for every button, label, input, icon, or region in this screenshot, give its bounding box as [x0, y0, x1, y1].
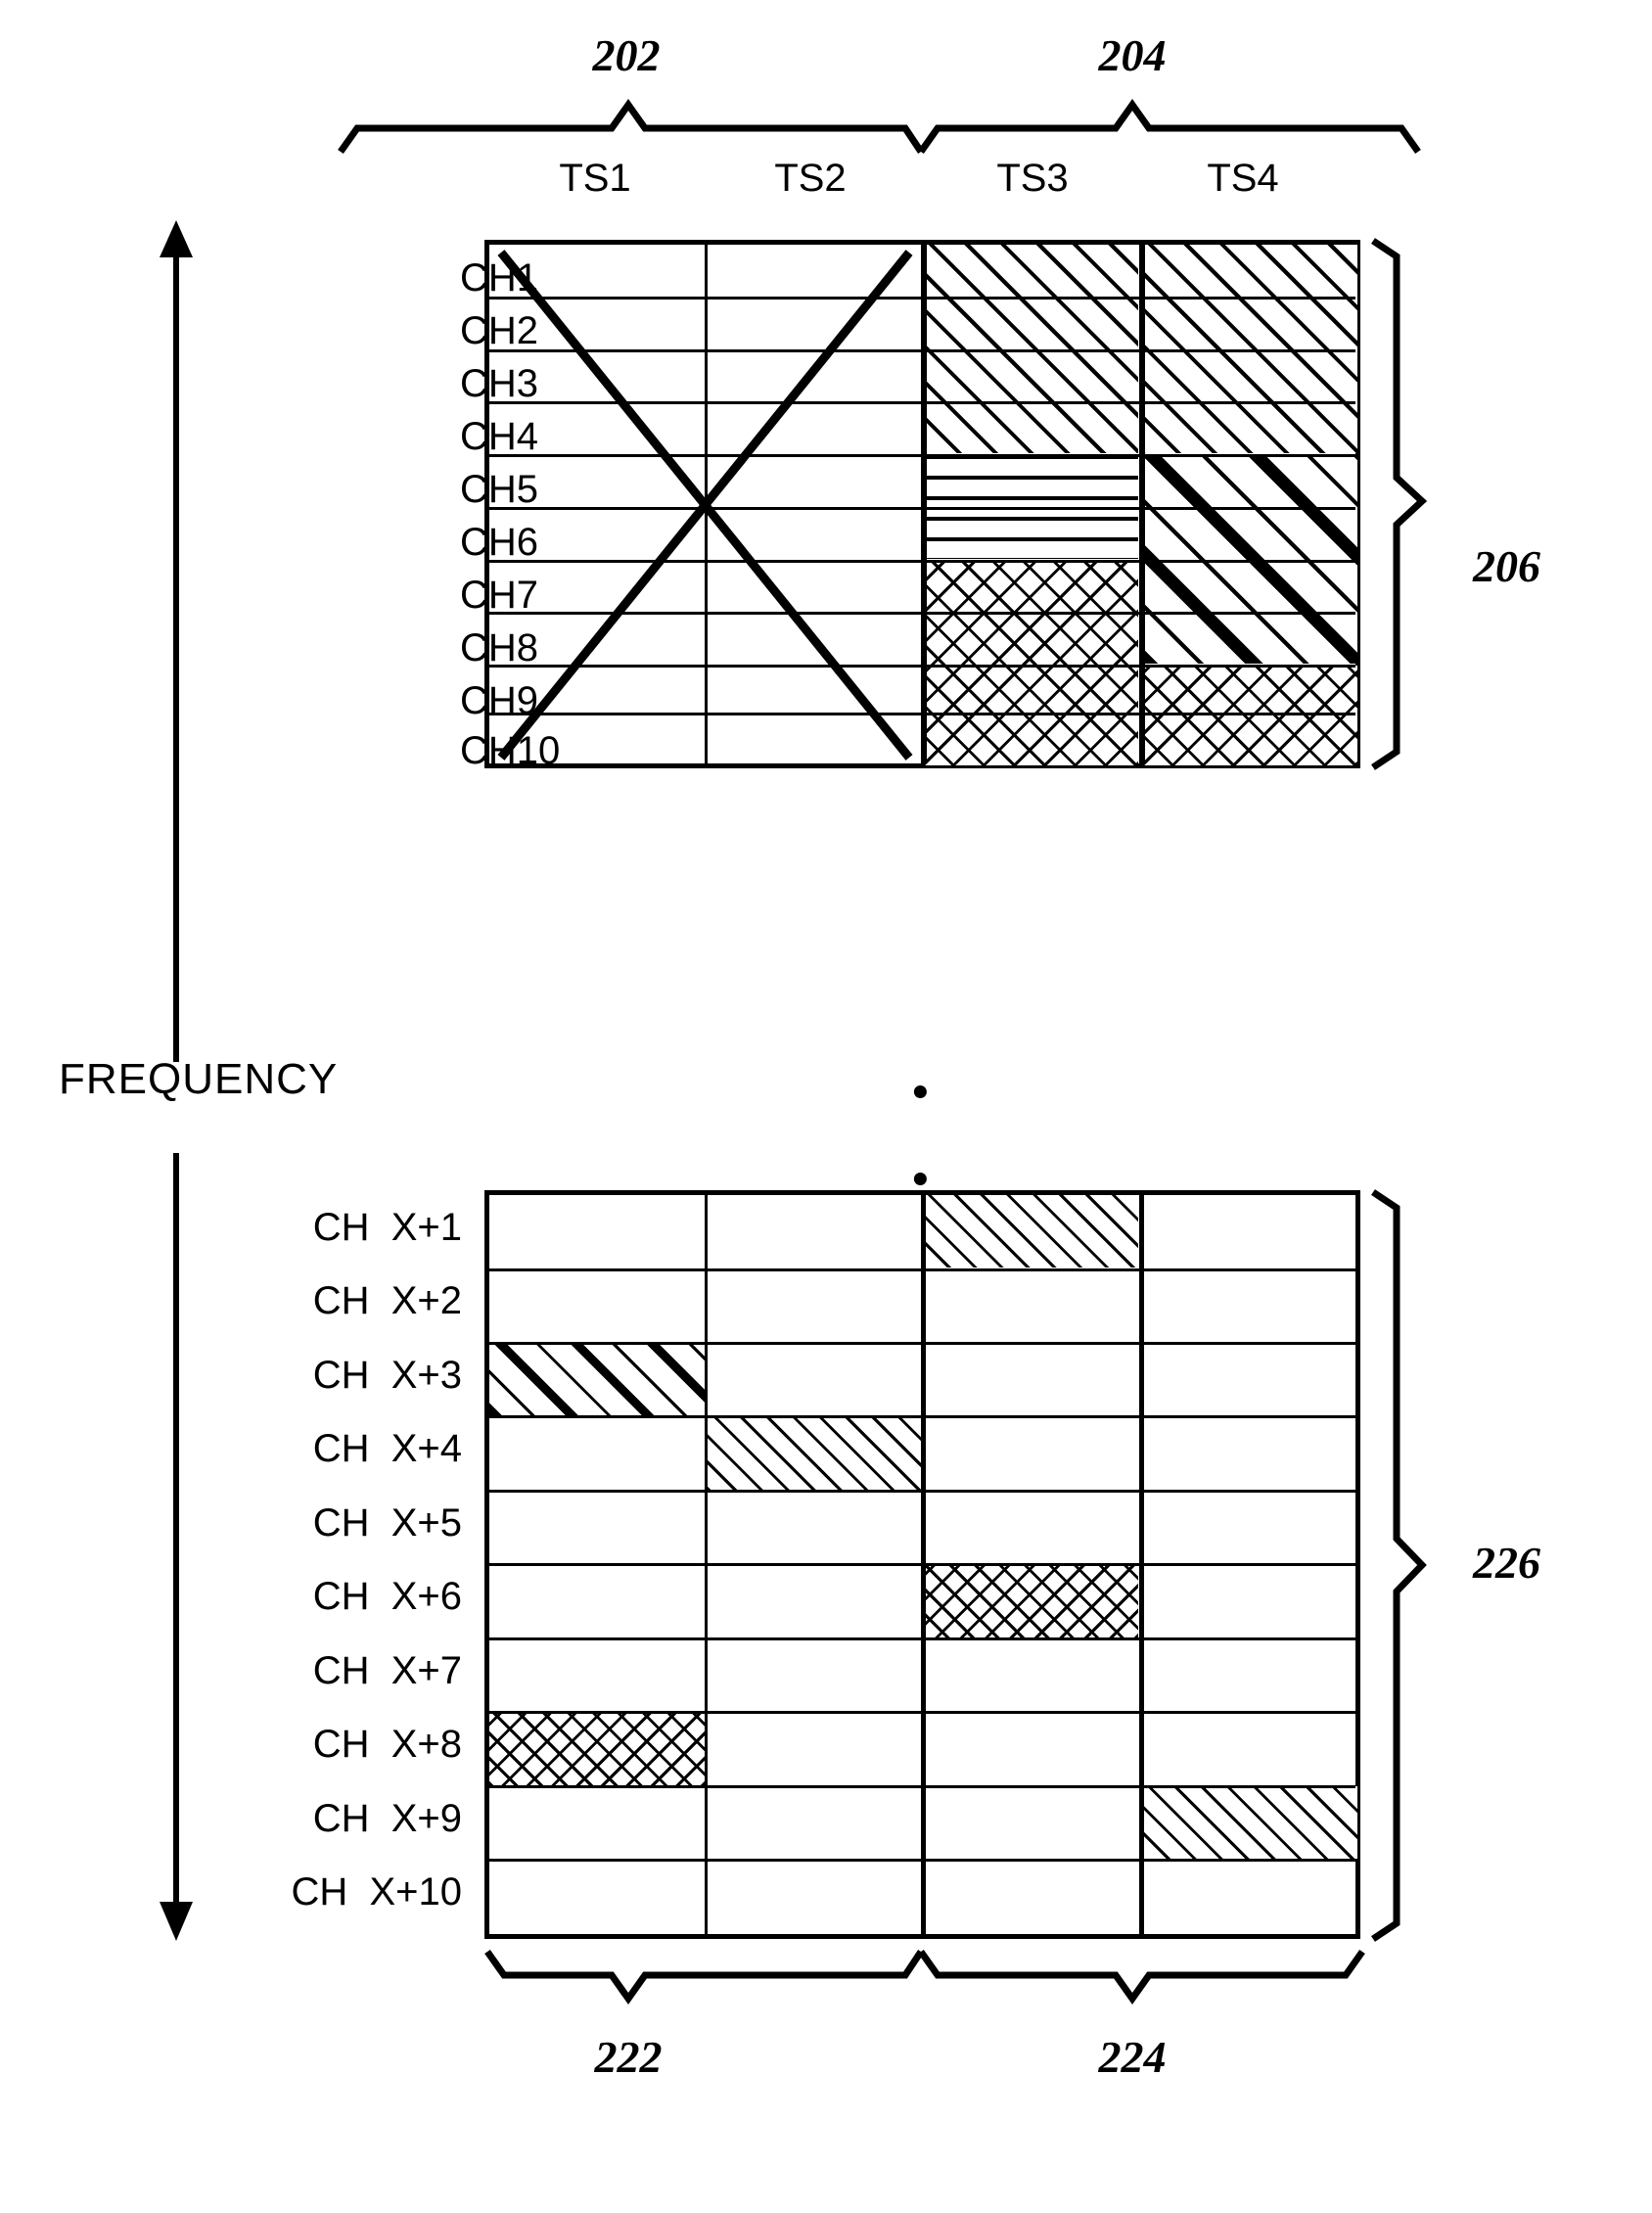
grid-col-line: [921, 245, 927, 763]
ts-header-ts3: TS3: [996, 157, 1069, 200]
row-label-chx10: CH X+10: [291, 1870, 462, 1913]
grid-col-line: [921, 1195, 926, 1934]
cell-chx8-ts1[interactable]: [489, 1712, 705, 1785]
grid-col-line: [705, 1195, 708, 1934]
top-group-brace-area: [0, 0, 1652, 166]
brace-204: [918, 98, 1421, 155]
row-label-chx2: CH X+2: [312, 1279, 462, 1322]
row-label-chx5: CH X+5: [312, 1501, 462, 1544]
ref-222: 222: [594, 2032, 663, 2082]
ellipsis-dot: [913, 1173, 927, 1185]
cell-chx9-ts4[interactable]: [1140, 1786, 1357, 1859]
ref-224: 224: [1098, 2032, 1167, 2082]
brace-222: [484, 1949, 924, 2006]
cell-chx1-ts3[interactable]: [921, 1195, 1138, 1268]
ref-226: 226: [1473, 1538, 1540, 1588]
ref-204: 204: [1098, 30, 1167, 80]
row-label-chx1: CH X+1: [312, 1206, 462, 1249]
frequency-arrow-icon-lower: [160, 1153, 193, 1941]
row-label-chx7: CH X+7: [312, 1649, 462, 1692]
row-label-chx4: CH X+4: [312, 1427, 462, 1470]
ellipsis-dot: [913, 1085, 927, 1098]
ts-header-ts2: TS2: [774, 157, 847, 200]
brace-206: [1371, 238, 1428, 770]
brace-226: [1371, 1189, 1427, 1942]
cell-ch9-10-ts4[interactable]: [1140, 666, 1357, 765]
brace-224: [918, 1949, 1365, 2006]
row-label-chx8: CH X+8: [312, 1723, 462, 1766]
top-brace-svg: [338, 98, 1421, 155]
cell-chx3-ts1[interactable]: [489, 1342, 705, 1415]
cell-ch7-10-ts3[interactable]: [921, 561, 1138, 765]
ref-206: 206: [1473, 541, 1540, 591]
grid-col-line: [1139, 245, 1145, 763]
row-label-chx3: CH X+3: [312, 1354, 462, 1397]
cell-chx6-ts3[interactable]: [921, 1564, 1138, 1637]
row-label-chx6: CH X+6: [312, 1575, 462, 1618]
unused-slot-x-marker: [497, 250, 913, 761]
figure-canvas: 202 204 TS1 TS2 TS3 TS4 206 FREQUENCY CH…: [0, 0, 1652, 2213]
grid-col-line: [1139, 1195, 1144, 1934]
frequency-arrow-icon: [160, 220, 193, 1062]
cell-chx4-ts2[interactable]: [707, 1416, 921, 1490]
bottom-channel-grid[interactable]: [484, 1190, 1360, 1939]
brace-202-204: [338, 98, 924, 155]
ts-header-ts1: TS1: [559, 157, 631, 200]
ref-202: 202: [592, 30, 661, 80]
top-channel-grid[interactable]: [484, 240, 1360, 768]
frequency-axis-label: FREQUENCY: [59, 1055, 339, 1103]
row-label-chx9: CH X+9: [312, 1797, 462, 1840]
ts-header-ts4: TS4: [1207, 157, 1279, 200]
bottom-brace-svg: [484, 1949, 1365, 2006]
